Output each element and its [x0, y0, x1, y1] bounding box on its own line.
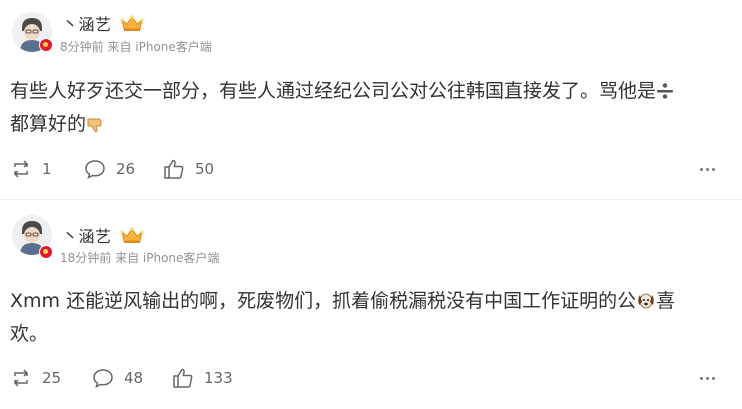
comment-icon	[93, 369, 113, 388]
verified-badge-icon	[39, 38, 53, 52]
dog-face-emoji-icon	[636, 289, 656, 319]
more-options-button[interactable]	[696, 368, 718, 388]
repost-button[interactable]: 25	[10, 366, 61, 390]
user-header: 丶涵艺	[62, 12, 144, 34]
more-options-button[interactable]	[696, 159, 718, 179]
repost-count: 25	[42, 369, 62, 387]
post-content: Xmm 还能逆风输出的啊，死废物们，抓着偷税漏税没有中国工作证明的公喜 欢。	[10, 286, 722, 349]
comment-count: 26	[116, 160, 136, 178]
crown-badge-icon	[120, 15, 144, 31]
post-meta: 18分钟前 来自 iPhone客户端	[60, 251, 220, 265]
post-text-line: Xmm 还能逆风输出的啊，死废物们，抓着偷税漏税没有中国工作证明的公	[10, 290, 637, 312]
comment-count: 48	[124, 369, 144, 387]
repost-icon	[13, 160, 29, 178]
thumbs-down-emoji-icon	[86, 112, 104, 142]
post-text-tail: 喜	[656, 290, 676, 312]
crown-badge-icon	[120, 227, 144, 243]
verified-badge-icon	[39, 245, 53, 259]
repost-button[interactable]: 1	[10, 157, 52, 181]
repost-icon	[13, 369, 29, 387]
username-link[interactable]: 丶涵艺	[62, 11, 112, 35]
post-actions: 1 26 50	[0, 157, 742, 181]
post-content: 有些人好歹还交一部分，有些人通过经纪公司公对公往韩国直接发了。骂他是 都算好的	[10, 76, 722, 142]
comment-icon	[85, 160, 105, 179]
post-text-line: 有些人好歹还交一部分，有些人通过经纪公司公对公往韩国直接发了。骂他是	[10, 80, 657, 102]
post-actions: 25 48 133	[0, 366, 742, 390]
like-button[interactable]: 50	[163, 157, 214, 181]
post-text-line: 都算好的	[10, 113, 87, 135]
thumbs-up-icon	[173, 368, 193, 388]
like-count: 50	[195, 160, 215, 178]
username-link[interactable]: 丶涵艺	[62, 223, 112, 247]
comment-button[interactable]: 48	[92, 366, 143, 390]
comment-button[interactable]: 26	[84, 157, 135, 181]
repost-count: 1	[42, 160, 52, 178]
like-button[interactable]: 133	[172, 366, 233, 390]
post-text-line: 欢。	[10, 323, 49, 345]
post-meta: 8分钟前 来自 iPhone客户端	[60, 40, 212, 54]
user-header: 丶涵艺	[62, 224, 144, 246]
thumbs-up-icon	[164, 159, 184, 179]
like-count: 133	[204, 369, 233, 387]
divide-emoji-icon	[656, 79, 674, 109]
